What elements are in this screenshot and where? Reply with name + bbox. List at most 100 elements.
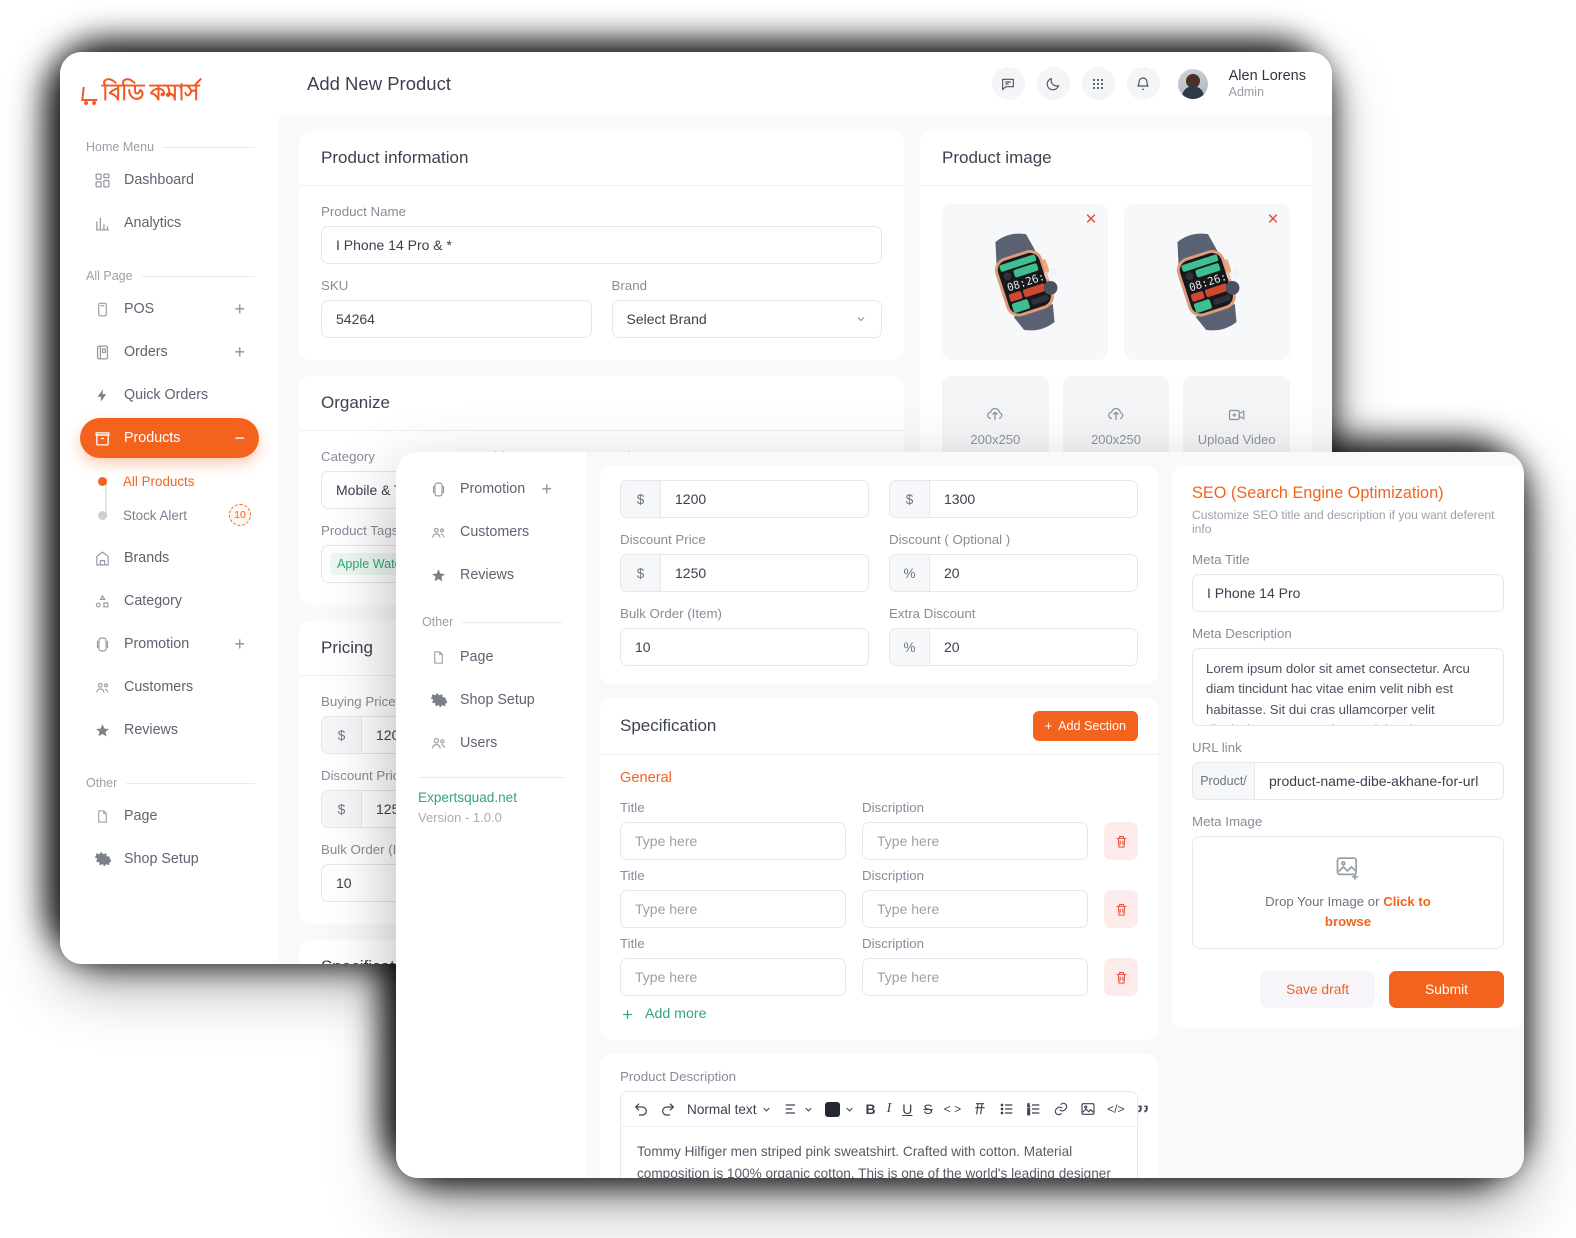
bell-icon[interactable] xyxy=(1126,67,1160,100)
description-label: Discription xyxy=(862,936,925,951)
collapse-minus-icon[interactable]: − xyxy=(234,429,245,447)
moon-icon[interactable] xyxy=(1036,67,1070,100)
sidebar-item-category[interactable]: Category xyxy=(80,581,259,621)
menu-section-other: Other xyxy=(396,615,586,629)
selling-price-input[interactable]: $ 1300 xyxy=(889,480,1138,518)
clear-format-icon[interactable] xyxy=(972,1101,988,1117)
menu-item-page[interactable]: Page xyxy=(416,637,566,677)
card-title: Product image xyxy=(942,148,1052,167)
expand-plus-icon[interactable]: + xyxy=(234,300,245,318)
undo-icon[interactable] xyxy=(633,1101,649,1117)
bullet-dot-icon xyxy=(98,476,107,486)
sidebar-subitem-stock-alert[interactable]: Stock Alert 10 xyxy=(60,498,279,532)
product-name-input[interactable]: I Phone 14 Pro & * xyxy=(321,226,882,264)
redo-icon[interactable] xyxy=(660,1101,676,1117)
delete-row-button[interactable] xyxy=(1104,890,1138,928)
sidebar-item-reviews[interactable]: Reviews xyxy=(80,710,259,750)
menu-item-reviews[interactable]: Reviews xyxy=(416,555,566,595)
code-block-button[interactable]: </> xyxy=(1107,1102,1124,1116)
sidebar-item-label: Quick Orders xyxy=(124,387,209,403)
sidebar-item-orders[interactable]: Orders + xyxy=(80,332,259,372)
sidebar-item-promotion[interactable]: Promotion + xyxy=(80,624,259,664)
sidebar-item-brands[interactable]: Brands xyxy=(80,538,259,578)
image-icon[interactable] xyxy=(1080,1101,1096,1117)
sidebar-subitem-label: Stock Alert xyxy=(123,507,188,523)
ordered-list-icon[interactable]: 123 xyxy=(1026,1101,1042,1117)
product-image-card: Product image ✕ 08:26:00 ✕ 08:26:00 200x… xyxy=(920,131,1312,498)
sidebar-item-dashboard[interactable]: Dashboard xyxy=(80,160,259,200)
spec-description-input[interactable]: Type here xyxy=(862,958,1088,996)
align-icon[interactable] xyxy=(783,1101,814,1117)
remove-image-icon[interactable]: ✕ xyxy=(1264,210,1282,228)
bulk-order-input-front[interactable]: 10 xyxy=(620,628,869,666)
discount-optional-input[interactable]: % 20 xyxy=(889,554,1138,592)
editor-body[interactable]: Tommy Hilfiger men striped pink sweatshi… xyxy=(621,1127,1137,1178)
expand-plus-icon[interactable]: + xyxy=(234,635,245,653)
text-style-dropdown[interactable]: Normal text xyxy=(687,1102,772,1117)
discount-price-value: 1250 xyxy=(675,565,707,581)
sidebar-item-customers[interactable]: Customers xyxy=(80,667,259,707)
strikethrough-button[interactable]: S xyxy=(923,1101,932,1117)
sidebar-item-shop-setup[interactable]: Shop Setup xyxy=(80,839,259,879)
sidebar-item-page[interactable]: Page xyxy=(80,796,259,836)
brand-select[interactable]: Select Brand xyxy=(611,300,882,338)
add-more-button[interactable]: Add more xyxy=(620,1006,1138,1022)
sidebar-subitem-all-products[interactable]: All Products xyxy=(60,464,279,498)
product-image-thumbnails: ✕ 08:26:00 ✕ 08:26:00 xyxy=(942,204,1290,360)
product-image-thumb[interactable]: ✕ 08:26:00 xyxy=(942,204,1108,360)
italic-button[interactable]: I xyxy=(887,1101,892,1117)
page-icon xyxy=(94,808,111,825)
add-section-button[interactable]: + Add Section xyxy=(1032,711,1138,741)
title-label: Title xyxy=(620,936,645,951)
color-swatch-icon[interactable] xyxy=(824,1101,855,1117)
spec-description-input[interactable]: Type here xyxy=(862,890,1088,928)
meta-title-input[interactable]: I Phone 14 Pro xyxy=(1192,574,1504,612)
sidebar-item-products[interactable]: Products − xyxy=(80,418,259,458)
menu-item-shop-setup[interactable]: Shop Setup xyxy=(416,680,566,720)
spec-description-input[interactable]: Type here xyxy=(862,822,1088,860)
bullet-list-icon[interactable] xyxy=(999,1101,1015,1117)
video-add-icon xyxy=(1225,406,1249,424)
expand-plus-icon[interactable]: + xyxy=(541,480,552,498)
discount-price-input-front[interactable]: $ 1250 xyxy=(620,554,869,592)
sidebar-item-analytics[interactable]: Analytics xyxy=(80,203,259,243)
menu-item-promotion[interactable]: Promotion + xyxy=(416,469,566,509)
logo[interactable]: বিডি কমার্স xyxy=(60,52,279,114)
inline-code-button[interactable]: < > xyxy=(944,1102,961,1116)
sidebar-item-label: Category xyxy=(124,593,183,609)
remove-image-icon[interactable]: ✕ xyxy=(1082,210,1100,228)
extra-discount-input[interactable]: % 20 xyxy=(889,628,1138,666)
delete-row-button[interactable] xyxy=(1104,958,1138,996)
expand-plus-icon[interactable]: + xyxy=(234,343,245,361)
meta-image-dropzone[interactable]: Drop Your Image or Click to browse xyxy=(1192,836,1504,949)
underline-button[interactable]: U xyxy=(902,1101,912,1117)
promotion-icon xyxy=(94,636,111,653)
grid-apps-icon[interactable] xyxy=(1081,67,1115,100)
bold-button[interactable]: B xyxy=(866,1101,876,1117)
rich-text-editor[interactable]: Normal text B I U S < > 1 2 3 </> Tommy … xyxy=(620,1091,1149,1178)
user-info[interactable]: Alen Lorens Admin xyxy=(1229,67,1306,101)
spec-title-input[interactable]: Type here xyxy=(620,822,846,860)
text-style-label: Normal text xyxy=(687,1101,757,1117)
spec-title-input[interactable]: Type here xyxy=(620,890,846,928)
link-icon[interactable] xyxy=(1053,1101,1069,1117)
spec-title-input[interactable]: Type here xyxy=(620,958,846,996)
sidebar-item-quick-orders[interactable]: Quick Orders xyxy=(80,375,259,415)
sku-input[interactable]: 54264 xyxy=(321,300,592,338)
sidebar-item-label: Brands xyxy=(124,550,170,566)
url-link-input[interactable]: Product/ product-name-dibe-akhane-for-ur… xyxy=(1192,762,1504,800)
card-title: Product information xyxy=(321,148,469,167)
avatar[interactable] xyxy=(1177,68,1208,99)
buying-price-input-front[interactable]: $ 1200 xyxy=(620,480,869,518)
menu-item-users[interactable]: Users xyxy=(416,723,566,763)
meta-description-textarea[interactable]: Lorem ipsum dolor sit amet consectetur. … xyxy=(1192,648,1504,726)
save-draft-button[interactable]: Save draft xyxy=(1260,971,1376,1008)
product-image-thumb[interactable]: ✕ 08:26:00 xyxy=(1124,204,1290,360)
delete-row-button[interactable] xyxy=(1104,822,1138,860)
submit-button[interactable]: Submit xyxy=(1389,971,1504,1008)
menu-item-customers[interactable]: Customers xyxy=(416,512,566,552)
chat-icon[interactable] xyxy=(991,67,1025,100)
quote-icon[interactable] xyxy=(1135,1101,1151,1117)
sidebar-item-pos[interactable]: POS + xyxy=(80,289,259,329)
brand-link[interactable]: Expertsquad.net xyxy=(418,790,564,805)
